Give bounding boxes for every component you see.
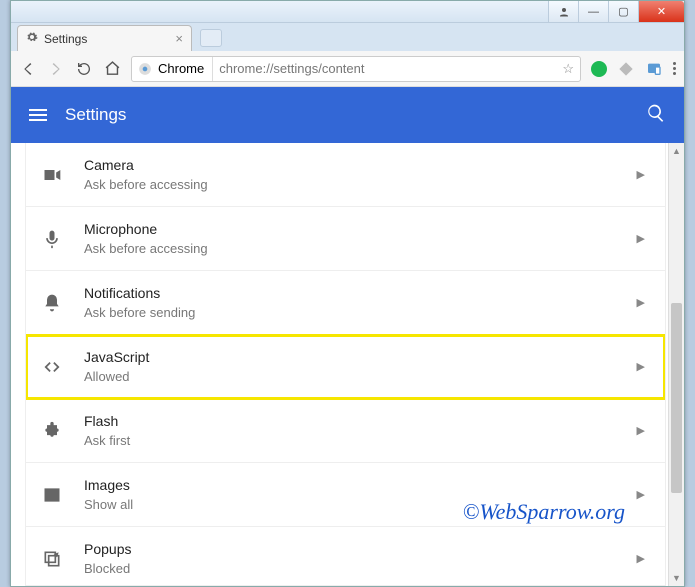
chevron-right-icon: ▶ <box>637 424 645 437</box>
camera-icon <box>40 165 64 185</box>
scroll-thumb[interactable] <box>671 303 682 493</box>
vertical-scrollbar[interactable]: ▲ ▼ <box>668 143 684 586</box>
settings-list: Camera Ask before accessing ▶ Microphone… <box>25 143 666 586</box>
row-sub: Ask first <box>84 433 130 448</box>
address-bar[interactable]: Chrome chrome://settings/content ☆ <box>131 56 581 82</box>
page-title: Settings <box>65 105 126 125</box>
extension-device-icon[interactable] <box>645 60 663 78</box>
microphone-icon <box>40 229 64 249</box>
popup-icon <box>40 549 64 569</box>
row-sub: Ask before sending <box>84 305 195 320</box>
row-sub: Allowed <box>84 369 149 384</box>
row-sub: Show all <box>84 497 133 512</box>
settings-header: Settings <box>11 87 684 143</box>
close-window-button[interactable]: ✕ <box>638 1 684 22</box>
settings-row-notifications[interactable]: Notifications Ask before sending ▶ <box>26 271 665 335</box>
search-icon[interactable] <box>646 103 666 128</box>
scroll-down-arrow[interactable]: ▼ <box>669 570 684 586</box>
code-icon <box>40 357 64 377</box>
tab-settings[interactable]: Settings × <box>17 25 192 51</box>
row-title: JavaScript <box>84 349 149 365</box>
settings-row-camera[interactable]: Camera Ask before accessing ▶ <box>26 143 665 207</box>
puzzle-icon <box>40 421 64 441</box>
chevron-right-icon: ▶ <box>637 168 645 181</box>
tab-strip: Settings × <box>11 23 684 51</box>
gear-icon <box>26 31 38 46</box>
settings-row-javascript[interactable]: JavaScript Allowed ▶ <box>26 335 665 399</box>
chevron-right-icon: ▶ <box>637 232 645 245</box>
scheme-chip: Chrome <box>138 57 213 81</box>
row-title: Popups <box>84 541 131 557</box>
new-tab-button[interactable] <box>200 29 222 47</box>
forward-button[interactable] <box>47 60 65 78</box>
chevron-right-icon: ▶ <box>637 552 645 565</box>
settings-row-popups[interactable]: Popups Blocked ▶ <box>26 527 665 586</box>
row-title: Microphone <box>84 221 208 237</box>
chevron-right-icon: ▶ <box>637 296 645 309</box>
menu-icon[interactable] <box>29 109 47 121</box>
chevron-right-icon: ▶ <box>637 488 645 501</box>
image-icon <box>40 485 64 505</box>
chevron-right-icon: ▶ <box>637 360 645 373</box>
home-button[interactable] <box>103 60 121 78</box>
os-titlebar: — ▢ ✕ <box>11 1 684 23</box>
row-title: Flash <box>84 413 130 429</box>
scheme-label: Chrome <box>158 61 204 76</box>
settings-row-flash[interactable]: Flash Ask first ▶ <box>26 399 665 463</box>
row-title: Notifications <box>84 285 195 301</box>
row-sub: Blocked <box>84 561 131 576</box>
user-button[interactable] <box>548 1 578 22</box>
extension-green-icon[interactable] <box>591 61 607 77</box>
bookmark-star-icon[interactable]: ☆ <box>562 61 574 77</box>
settings-row-microphone[interactable]: Microphone Ask before accessing ▶ <box>26 207 665 271</box>
maximize-button[interactable]: ▢ <box>608 1 638 22</box>
content-area: Camera Ask before accessing ▶ Microphone… <box>11 143 684 586</box>
row-sub: Ask before accessing <box>84 177 208 192</box>
row-title: Camera <box>84 157 208 173</box>
bell-icon <box>40 293 64 313</box>
row-sub: Ask before accessing <box>84 241 208 256</box>
browser-menu-button[interactable] <box>673 62 676 75</box>
browser-window: — ▢ ✕ Settings × Chrome <box>10 0 685 587</box>
close-tab-icon[interactable]: × <box>175 31 183 46</box>
row-title: Images <box>84 477 133 493</box>
reload-button[interactable] <box>75 60 93 78</box>
chrome-icon <box>138 62 152 76</box>
scroll-up-arrow[interactable]: ▲ <box>669 143 684 159</box>
browser-toolbar: Chrome chrome://settings/content ☆ <box>11 51 684 87</box>
tab-title: Settings <box>44 32 87 46</box>
minimize-button[interactable]: — <box>578 1 608 22</box>
back-button[interactable] <box>19 60 37 78</box>
url-text: chrome://settings/content <box>219 61 556 76</box>
watermark-text: ©WebSparrow.org <box>463 499 625 525</box>
extension-diamond-icon[interactable] <box>617 60 635 78</box>
